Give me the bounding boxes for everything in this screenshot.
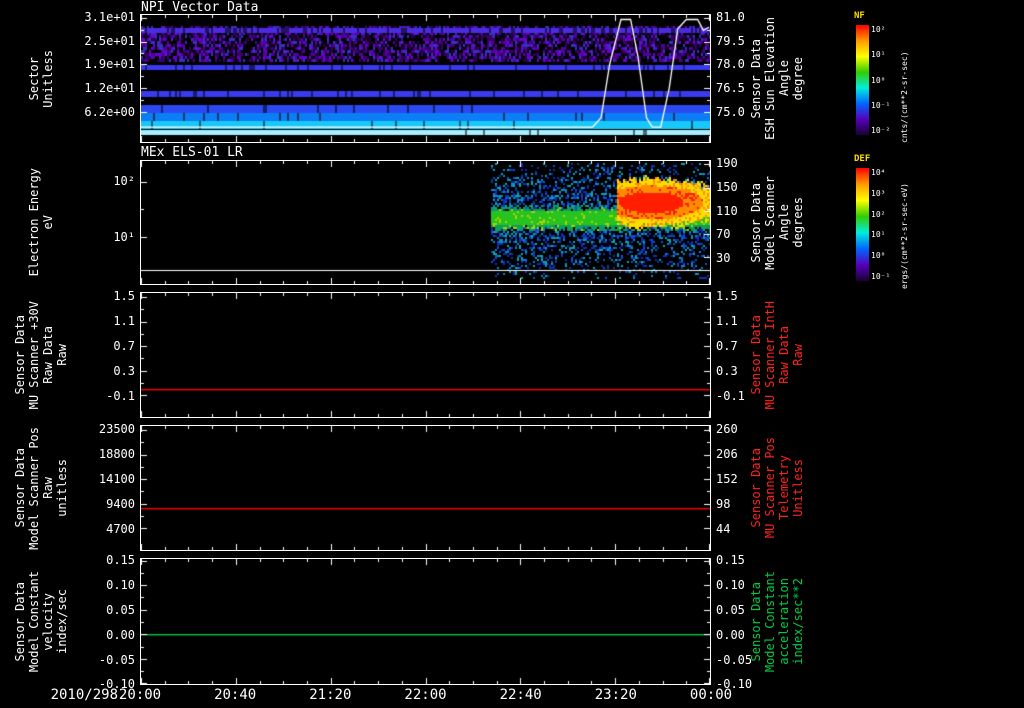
mu-scanner-raw-canvas	[141, 293, 710, 417]
y-axis-label-right-line: index/sec**2	[791, 578, 805, 665]
y-axis-label-right-line: Sensor Data	[749, 315, 763, 395]
y-axis-label-right-line: acceleration	[777, 578, 791, 665]
y-axis-label-right-line: Unitless	[791, 459, 805, 517]
y-axis-label-left-line: velocity	[41, 592, 55, 651]
colorbar-units: ergs/(cm**2-sr-sec-eV)	[900, 183, 909, 289]
colorbar-tick-label: 10⁻²	[871, 126, 891, 135]
colorbar-tick-label: 10¹	[871, 230, 886, 240]
y-axis-label-right-line: Sensor Data	[749, 38, 763, 119]
y-axis-label-right-line: Telemetry	[777, 455, 791, 521]
y-axis-label-left: Sensor Data Model Scanner Pos Raw unitless	[8, 425, 74, 551]
y-axis-label-right: Sensor Data Model Scanner Angle degrees	[744, 160, 810, 285]
scanner-pos-canvas	[141, 426, 710, 550]
y-axis-label-right-line: Model Scanner	[763, 175, 777, 270]
y-axis-label-right-line: Sensor Data	[749, 448, 763, 528]
y-axis-label-right: Sensor Data MU Scanner Pos Telemetry Unitle…	[744, 425, 810, 551]
y-axis-label-left-line: Raw	[55, 344, 69, 366]
y-axis-label-right-line: Raw Data	[777, 326, 791, 384]
y-axis-label-left-line: Model Scanner Pos	[27, 426, 41, 550]
x-tick-label: 20:00	[118, 687, 162, 703]
y-axis-label-right-line: degrees	[791, 197, 805, 248]
y-axis-label-right: Sensor Data ESH Sun Elevation Angle degree	[744, 14, 810, 143]
colorbar-title: NF	[854, 11, 865, 21]
y-axis-label-right: Sensor Data MU Scanner IntH Raw Data Raw	[744, 292, 810, 418]
model-constant-canvas	[141, 559, 710, 684]
model-constant-panel	[140, 558, 711, 685]
y-axis-label-right: Sensor Data Model Constant acceleration ind…	[744, 558, 810, 685]
y-axis-label-right-line: MU Scanner IntH	[763, 300, 777, 410]
y-axis-label-left-line: Sensor Data	[13, 315, 27, 395]
panel-els-title: MEx ELS-01 LR	[141, 145, 243, 160]
y-axis-label-left-line: unitless	[55, 459, 69, 517]
y-axis-label-left-line: MU Scanner +30V	[27, 300, 41, 410]
y-axis-label-left-line: Electron Energy	[27, 168, 41, 277]
y-axis-label-right-line: Sensor Data	[749, 182, 763, 263]
colorbar-tick-label: 10³	[871, 188, 886, 198]
x-tick-label: 20:40	[214, 687, 257, 703]
colorbar-title: DEF	[854, 154, 871, 164]
y-axis-label-right-line: MU Scanner Pos	[763, 437, 777, 539]
x-tick-label: 23:20	[594, 687, 637, 703]
x-tick-label: 00:00	[689, 687, 733, 703]
y-axis-label-right-line: Model Constant	[763, 570, 777, 673]
npi-spectrogram-panel	[140, 14, 711, 143]
y-axis-label-left-line: eV	[41, 215, 55, 230]
y-axis-label-left: Sensor Data MU Scanner +30V Raw Data Raw	[8, 292, 74, 418]
colorbar-tick-label: 10⁰	[871, 75, 886, 85]
colorbar-def	[856, 168, 869, 281]
y-axis-label-left-line: Model Constant	[27, 570, 41, 673]
x-tick-label: 22:00	[404, 687, 447, 703]
colorbar-tick-label: 10⁻¹	[871, 272, 891, 281]
y-axis-label-left-line: Sector	[27, 56, 41, 101]
colorbar-units: cnts/(cm**2-sr-sec)	[900, 51, 909, 143]
y-axis-label-left: Sector Unitless	[8, 14, 74, 143]
y-axis-label-left-line: Sensor Data	[13, 581, 27, 662]
y-axis-label-right-line: Raw	[791, 344, 805, 366]
y-axis-label-right-line: ESH Sun Elevation	[763, 17, 777, 140]
panel-npi-title: NPI Vector Data	[141, 0, 259, 15]
colorbar-tick-label: 10⁻¹	[871, 100, 891, 110]
spacecraft-data-plot: NPI Vector Data MEx ELS-01 LR 3.1e+01 2.5…	[0, 0, 1024, 708]
y-axis-label-right-line: degree	[791, 56, 805, 101]
scanner-pos-panel	[140, 425, 711, 551]
y-axis-label-left-line: Sensor Data	[13, 448, 27, 528]
colorbar-tick-label: 10¹	[871, 50, 886, 60]
colorbar-tick-label: 10²	[871, 209, 886, 219]
y-axis-label-left-line: index/sec	[55, 588, 69, 655]
y-axis-label-left-line: Unitless	[41, 49, 55, 108]
y-axis-label-right-line: Angle	[777, 204, 791, 241]
y-axis-label-left-line: Raw Data	[41, 326, 55, 384]
npi-spectrogram-canvas	[141, 15, 710, 142]
x-tick-label: 22:40	[499, 687, 542, 703]
colorbar-tick-label: 10⁰	[871, 251, 886, 261]
y-axis-label-right-line: Sensor Data	[749, 581, 763, 662]
y-axis-label-right-line: Angle	[777, 60, 791, 97]
els-spectrogram-canvas	[141, 161, 710, 284]
y-axis-label-left-line: Raw	[41, 477, 55, 499]
colorbar-tick-label: 10²	[871, 25, 886, 34]
colorbar-nf	[856, 25, 869, 135]
colorbar-tick-label: 10⁴	[871, 168, 886, 177]
y-axis-label-left: Sensor Data Model Constant velocity index/s…	[8, 558, 74, 685]
y-axis-label-left: Electron Energy eV	[8, 160, 74, 285]
els-spectrogram-panel	[140, 160, 711, 285]
mu-scanner-raw-panel	[140, 292, 711, 418]
x-tick-label: 21:20	[309, 687, 352, 703]
